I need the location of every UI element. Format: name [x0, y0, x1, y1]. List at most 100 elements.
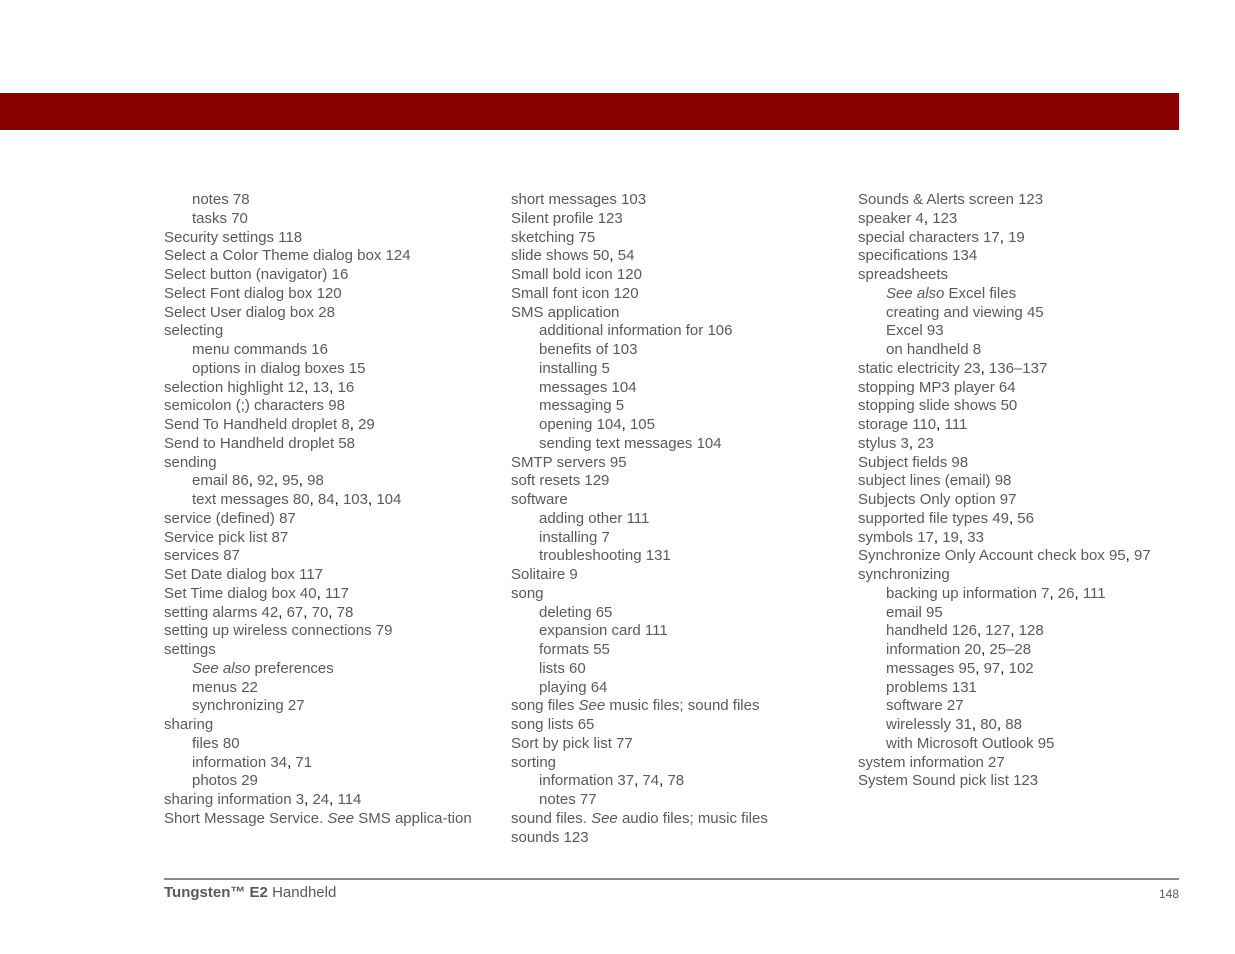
page-reference-link[interactable]: 80 [223, 735, 240, 752]
page-reference-link[interactable]: 3 [901, 435, 909, 452]
page-reference-link[interactable]: 5 [616, 397, 624, 414]
page-reference-link[interactable]: 104 [376, 491, 401, 508]
page-reference-link[interactable]: 71 [295, 754, 312, 771]
page-reference-link[interactable]: 65 [578, 716, 595, 733]
page-reference-link[interactable]: 31 [955, 716, 972, 733]
page-reference-link[interactable]: 111 [1083, 585, 1106, 602]
page-reference-link[interactable]: 129 [584, 472, 609, 489]
page-reference-link[interactable]: 93 [927, 322, 944, 339]
page-reference-link[interactable]: 95 [959, 660, 976, 677]
page-reference-link[interactable]: 84 [318, 491, 335, 508]
page-reference-link[interactable]: 4 [916, 210, 924, 227]
page-reference-link[interactable]: 98 [307, 472, 324, 489]
page-reference-link[interactable]: 58 [338, 435, 355, 452]
page-reference-link[interactable]: 110 [912, 416, 936, 433]
page-reference-link[interactable]: 95 [1109, 547, 1126, 564]
page-reference-link[interactable]: 80 [980, 716, 997, 733]
page-reference-link[interactable]: 70 [312, 604, 329, 621]
page-reference-link[interactable]: 15 [349, 360, 366, 377]
page-reference-link[interactable]: 54 [618, 247, 635, 264]
page-reference-link[interactable]: 136–137 [989, 360, 1047, 377]
page-reference-link[interactable]: 95 [282, 472, 299, 489]
page-reference-link[interactable]: 80 [293, 491, 310, 508]
page-reference-link[interactable]: 87 [279, 510, 296, 527]
page-reference-link[interactable]: 64 [999, 379, 1016, 396]
page-reference-link[interactable]: 79 [376, 622, 393, 639]
page-reference-link[interactable]: 77 [616, 735, 633, 752]
page-reference-link[interactable]: 29 [358, 416, 375, 433]
page-reference-link[interactable]: 16 [337, 379, 354, 396]
page-reference-link[interactable]: 8 [973, 341, 981, 358]
page-reference-link[interactable]: 98 [995, 472, 1012, 489]
page-reference-link[interactable]: 102 [1009, 660, 1034, 677]
page-reference-link[interactable]: 111 [944, 416, 967, 433]
page-reference-link[interactable]: 127 [985, 622, 1010, 639]
page-reference-link[interactable]: 97 [1134, 547, 1151, 564]
page-reference-link[interactable]: 7 [602, 529, 610, 546]
page-reference-link[interactable]: 123 [932, 210, 957, 227]
page-reference-link[interactable]: 117 [325, 585, 349, 602]
page-reference-link[interactable]: 33 [967, 529, 984, 546]
page-reference-link[interactable]: 97 [1000, 491, 1017, 508]
page-reference-link[interactable]: 123 [1013, 772, 1038, 789]
page-reference-link[interactable]: 103 [621, 191, 646, 208]
page-reference-link[interactable]: 78 [233, 191, 250, 208]
page-reference-link[interactable]: 26 [1058, 585, 1075, 602]
page-reference-link[interactable]: 9 [569, 566, 577, 583]
page-reference-link[interactable]: 67 [287, 604, 304, 621]
page-reference-link[interactable]: 16 [311, 341, 328, 358]
page-reference-link[interactable]: 55 [593, 641, 610, 658]
page-reference-link[interactable]: 17 [983, 229, 1000, 246]
page-reference-link[interactable]: 27 [988, 754, 1005, 771]
page-reference-link[interactable]: 95 [610, 454, 627, 471]
page-reference-link[interactable]: 49 [992, 510, 1009, 527]
page-reference-link[interactable]: 128 [1019, 622, 1044, 639]
page-reference-link[interactable]: 37 [617, 772, 634, 789]
page-reference-link[interactable]: 131 [952, 679, 977, 696]
page-reference-link[interactable]: 3 [296, 791, 304, 808]
page-reference-link[interactable]: 50 [1001, 397, 1018, 414]
page-reference-link[interactable]: 23 [917, 435, 934, 452]
page-reference-link[interactable]: 88 [1005, 716, 1022, 733]
page-reference-link[interactable]: 87 [272, 529, 289, 546]
page-reference-link[interactable]: 120 [317, 285, 342, 302]
page-reference-link[interactable]: 95 [1038, 735, 1055, 752]
page-reference-link[interactable]: 20 [964, 641, 981, 658]
page-reference-link[interactable]: 104 [597, 416, 622, 433]
page-reference-link[interactable]: 19 [942, 529, 959, 546]
page-reference-link[interactable]: 13 [312, 379, 329, 396]
page-reference-link[interactable]: 23 [964, 360, 981, 377]
page-reference-link[interactable]: 124 [386, 247, 411, 264]
page-reference-link[interactable]: 120 [614, 285, 639, 302]
page-reference-link[interactable]: 50 [593, 247, 610, 264]
page-reference-link[interactable]: 24 [312, 791, 329, 808]
page-reference-link[interactable]: 123 [598, 210, 623, 227]
page-reference-link[interactable]: 111 [627, 510, 650, 527]
see-target[interactable]: music files; sound files [609, 697, 759, 714]
page-reference-link[interactable]: 56 [1017, 510, 1034, 527]
page-reference-link[interactable]: 87 [223, 547, 240, 564]
page-reference-link[interactable]: 17 [917, 529, 934, 546]
page-reference-link[interactable]: 104 [697, 435, 722, 452]
page-reference-link[interactable]: 98 [951, 454, 968, 471]
page-reference-link[interactable]: 114 [337, 791, 361, 808]
page-reference-link[interactable]: 77 [580, 791, 597, 808]
page-reference-link[interactable]: 45 [1027, 304, 1044, 321]
page-reference-link[interactable]: 134 [952, 247, 977, 264]
page-reference-link[interactable]: 19 [1008, 229, 1025, 246]
page-reference-link[interactable]: 106 [707, 322, 732, 339]
page-reference-link[interactable]: 65 [596, 604, 613, 621]
page-reference-link[interactable]: 60 [569, 660, 586, 677]
page-reference-link[interactable]: 25–28 [989, 641, 1031, 658]
page-reference-link[interactable]: 103 [612, 341, 637, 358]
page-reference-link[interactable]: 123 [1018, 191, 1043, 208]
page-reference-link[interactable]: 123 [564, 829, 589, 846]
page-reference-link[interactable]: 105 [630, 416, 655, 433]
page-reference-link[interactable]: 92 [257, 472, 274, 489]
see-target[interactable]: audio files; music files [622, 810, 768, 827]
page-reference-link[interactable]: 120 [617, 266, 642, 283]
page-reference-link[interactable]: 8 [341, 416, 349, 433]
page-reference-link[interactable]: 34 [270, 754, 287, 771]
page-reference-link[interactable]: 42 [262, 604, 279, 621]
page-reference-link[interactable]: 117 [299, 566, 323, 583]
